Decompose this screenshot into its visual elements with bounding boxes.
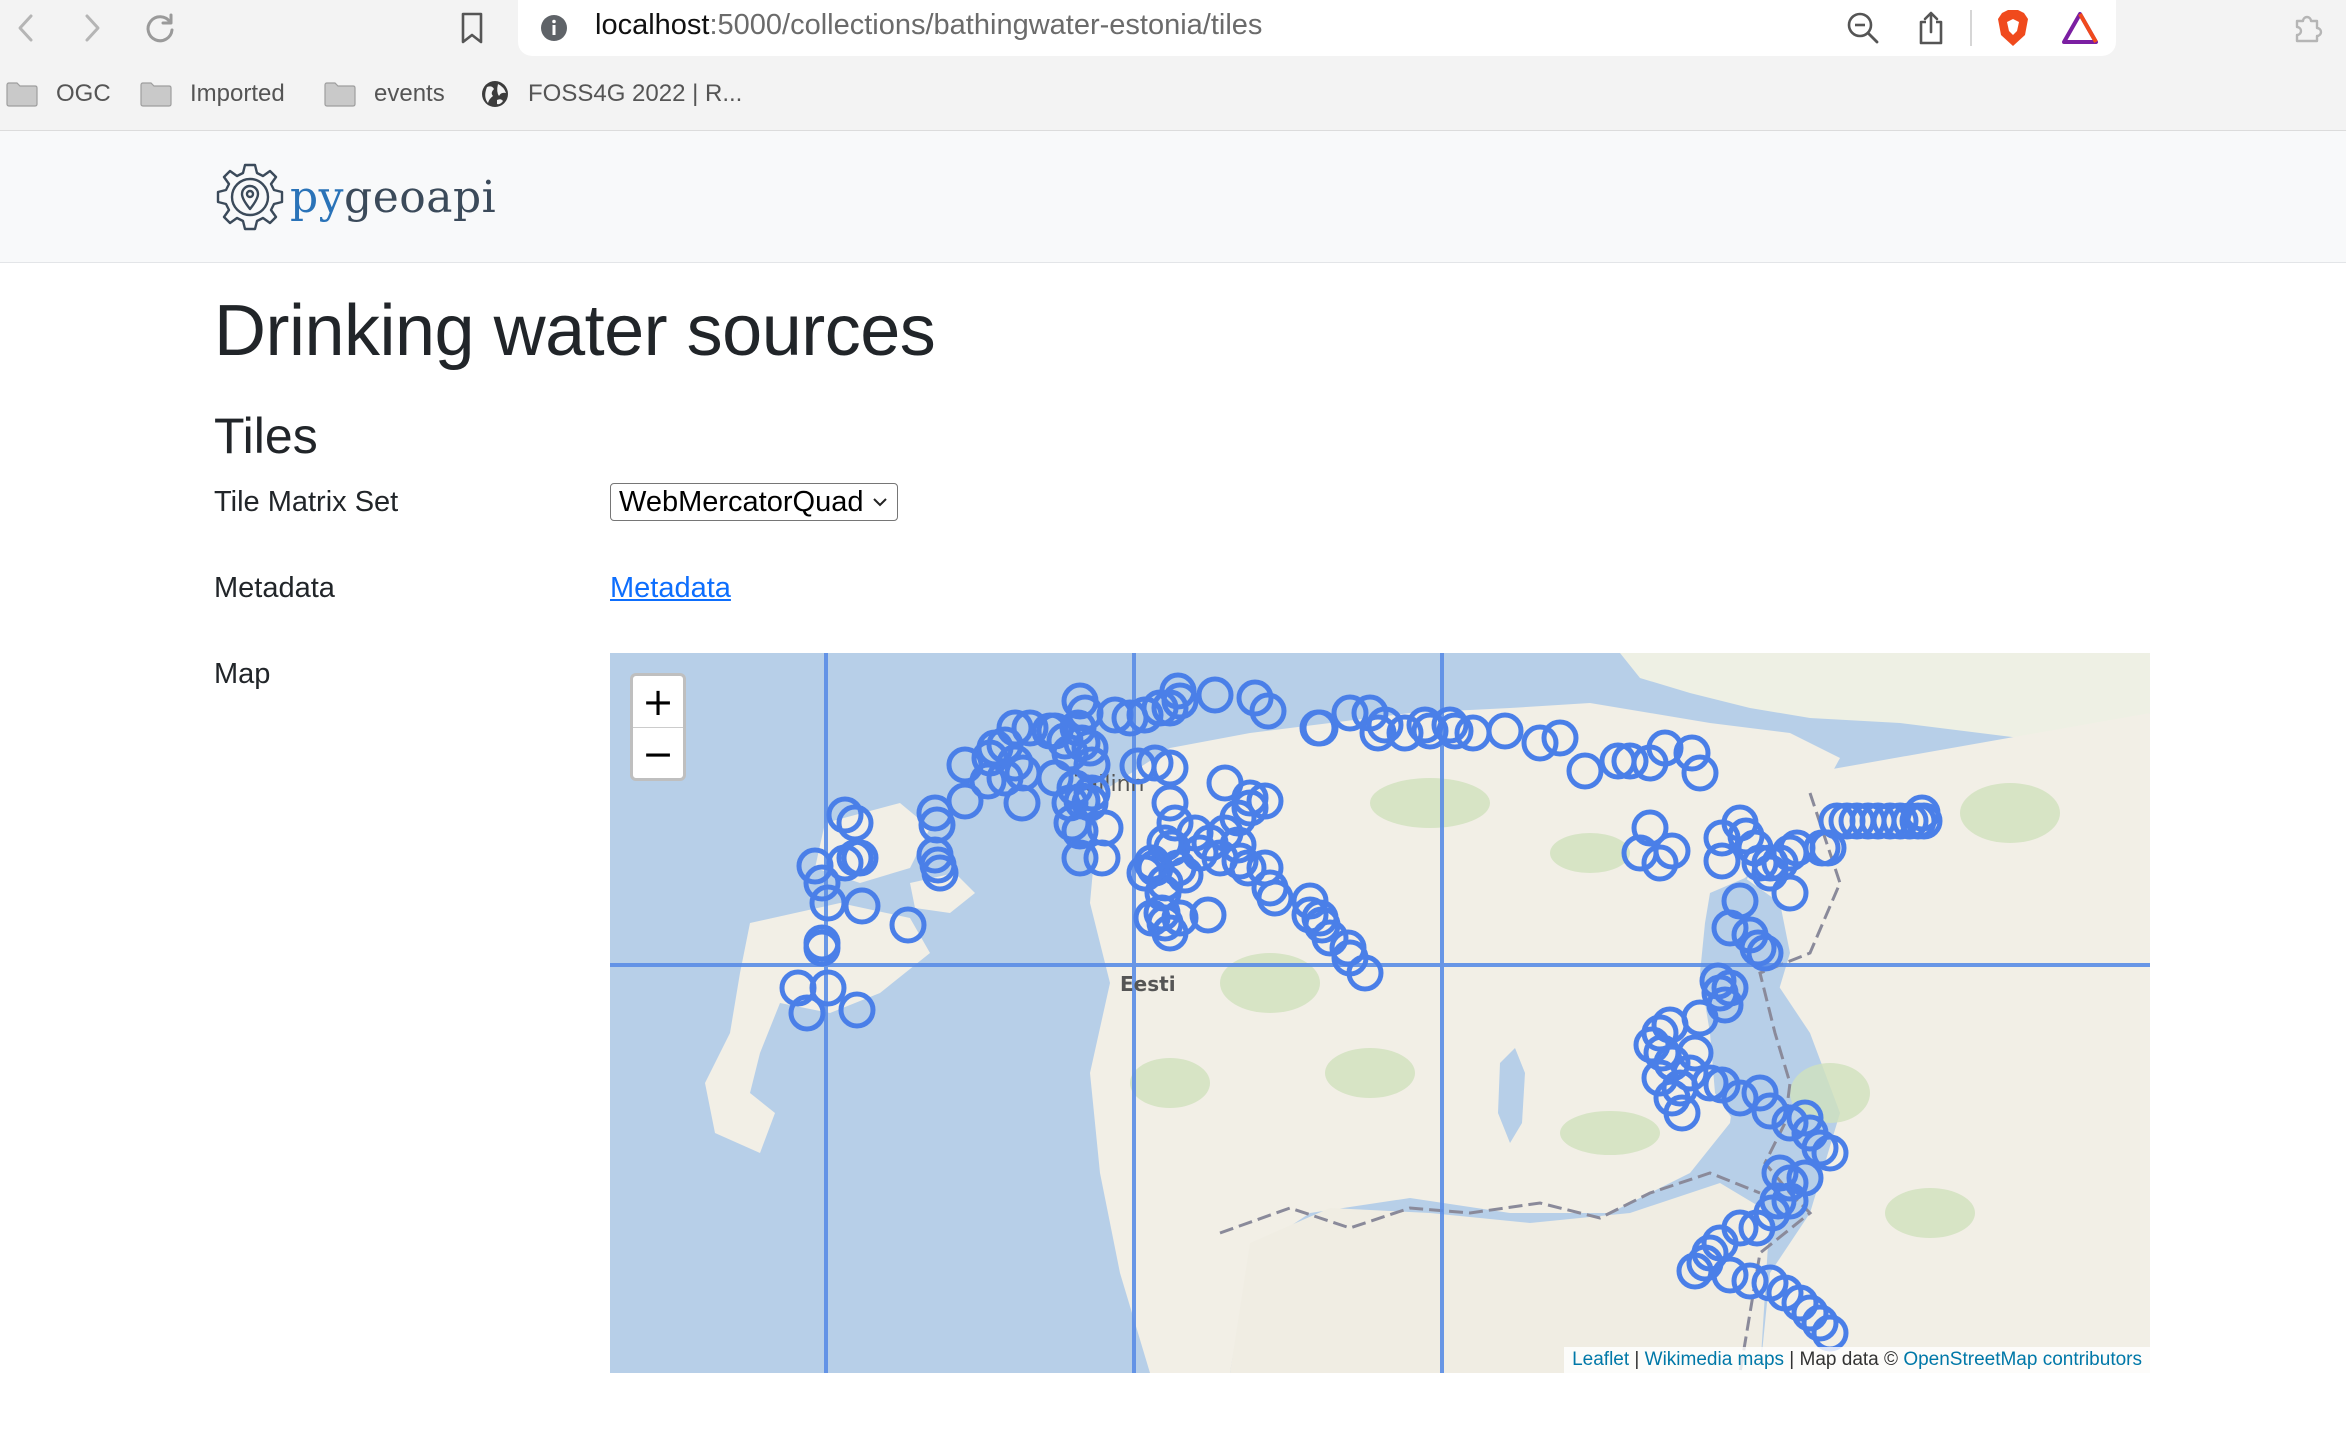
attrib-mapdata: | Map data © — [1784, 1349, 1904, 1370]
country-label-eesti: Eesti — [1120, 972, 1176, 996]
zoom-control: + − — [630, 673, 686, 781]
bookmark-ogc[interactable]: OGC — [6, 76, 111, 112]
browser-chrome: localhost:5000/collections/bathingwater-… — [0, 0, 2346, 130]
wikimedia-link[interactable]: Wikimedia maps — [1645, 1349, 1784, 1370]
bookmark-imported[interactable]: Imported — [140, 76, 285, 112]
tms-label: Tile Matrix Set — [214, 486, 399, 518]
folder-icon — [6, 82, 38, 107]
logo-suffix: geoapi — [344, 171, 497, 223]
bookmark-label: events — [374, 80, 445, 107]
section-title: Tiles — [214, 408, 318, 464]
address-bar[interactable]: localhost:5000/collections/bathingwater-… — [518, 0, 2116, 56]
osm-link[interactable]: OpenStreetMap contributors — [1903, 1349, 2142, 1370]
folder-icon — [324, 82, 356, 107]
bookmark-label: Imported — [190, 80, 285, 107]
pygeoapi-logo[interactable]: pygeoapi — [214, 159, 496, 235]
site-navbar: pygeoapi — [0, 131, 2346, 263]
basemap: Tallinn Eesti — [610, 653, 2150, 1373]
url-path: :5000/collections/bathingwater-estonia/t… — [709, 9, 1263, 41]
leaflet-link[interactable]: Leaflet — [1572, 1349, 1629, 1370]
puzzle-icon — [2295, 15, 2323, 43]
metadata-link[interactable]: Metadata — [610, 572, 731, 605]
bookmark-page-button[interactable] — [450, 6, 494, 50]
forward-button[interactable] — [70, 6, 114, 50]
map-label: Map — [214, 658, 271, 690]
bookmark-label: FOSS4G 2022 | R... — [528, 80, 743, 107]
folder-icon — [140, 82, 172, 107]
url-text[interactable]: localhost:5000/collections/bathingwater-… — [595, 9, 1262, 42]
brave-shields-icon[interactable] — [1993, 8, 2033, 48]
tile-matrix-set-select[interactable]: WebMercatorQuad — [610, 483, 898, 521]
zoom-out-page-icon[interactable] — [1843, 8, 1883, 48]
logo-prefix: py — [290, 171, 345, 223]
bookmark-label: OGC — [56, 80, 111, 107]
chevron-down-icon — [873, 498, 887, 507]
reload-button[interactable] — [138, 6, 182, 50]
bookmark-events[interactable]: events — [324, 76, 445, 112]
zoom-in-button[interactable]: + — [633, 676, 683, 728]
gear-pin-icon — [216, 163, 284, 231]
metadata-label: Metadata — [214, 572, 335, 604]
brave-rewards-icon[interactable] — [2060, 8, 2100, 48]
page-title: Drinking water sources — [214, 291, 936, 371]
tiles-map[interactable]: Tallinn Eesti + − Leaflet | Wikimedia ma… — [610, 653, 2150, 1373]
map-attribution: Leaflet | Wikimedia maps | Map data © Op… — [1564, 1347, 2150, 1373]
share-icon[interactable] — [1911, 8, 1951, 48]
reload-icon — [146, 13, 174, 43]
url-host: localhost — [595, 9, 710, 41]
browser-toolbar: localhost:5000/collections/bathingwater-… — [0, 0, 2346, 58]
urlbar-divider — [1970, 10, 1972, 46]
zoom-out-button[interactable]: − — [633, 728, 683, 779]
globe-icon — [482, 81, 508, 107]
bookmark-foss4g[interactable]: FOSS4G 2022 | R... — [480, 76, 742, 112]
forward-arrow-icon — [85, 14, 100, 42]
bookmarks-bar: OGC Imported events FOSS4G 2022 | R... — [0, 70, 2346, 118]
logo-text: pygeoapi — [290, 172, 496, 223]
site-info-icon[interactable] — [534, 8, 574, 48]
tms-selected-value: WebMercatorQuad — [619, 485, 864, 518]
extensions-button[interactable] — [2286, 6, 2330, 50]
back-button[interactable] — [4, 6, 48, 50]
bookmark-icon — [461, 12, 483, 44]
back-arrow-icon — [18, 14, 33, 42]
attrib-sep: | — [1629, 1349, 1645, 1370]
